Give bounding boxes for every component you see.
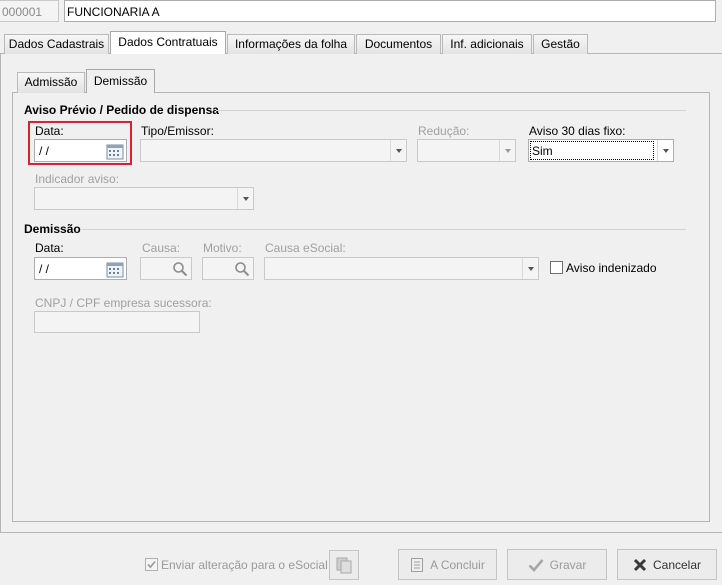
search-icon[interactable]: [172, 261, 188, 277]
indicador-aviso-label: Indicador aviso:: [35, 172, 120, 186]
aviso-section-title: Aviso Prévio / Pedido de dispensa: [24, 103, 219, 117]
causa-input[interactable]: [140, 257, 192, 280]
aviso-data-label: Data:: [35, 124, 64, 138]
motivo-label: Motivo:: [203, 241, 242, 255]
aviso-indenizado-label: Aviso indenizado: [566, 261, 657, 275]
motivo-input[interactable]: [202, 257, 254, 280]
tab-gestao[interactable]: Gestão: [533, 34, 588, 54]
tab-informacoes-folha[interactable]: Informações da folha: [227, 34, 355, 54]
demissao-data-value: / /: [39, 262, 50, 276]
aviso-indenizado-checkbox[interactable]: [550, 261, 563, 274]
aviso30-label: Aviso 30 dias fixo:: [529, 124, 626, 138]
tab-dados-cadastrais[interactable]: Dados Cadastrais: [4, 34, 109, 54]
gravar-label: Gravar: [549, 557, 587, 572]
demissao-data-label: Data:: [35, 241, 64, 255]
tab-admissao[interactable]: Admissão: [17, 72, 85, 93]
aviso-data-input[interactable]: / /: [34, 139, 127, 162]
employee-name-field[interactable]: FUNCIONARIA A: [64, 0, 716, 22]
aviso30-value: Sim: [532, 144, 553, 158]
document-icon: [411, 557, 424, 572]
chevron-down-icon[interactable]: [657, 140, 673, 161]
concluir-button[interactable]: A Concluir: [398, 549, 497, 580]
reducao-label: Redução:: [418, 124, 470, 138]
employee-code-value: 000001: [2, 5, 43, 19]
aviso-data-value: / /: [39, 144, 50, 158]
tab-inf-adicionais[interactable]: Inf. adicionais: [442, 34, 532, 54]
cancelar-label: Cancelar: [652, 557, 702, 572]
close-icon: [633, 558, 647, 571]
cnpj-label: CNPJ / CPF empresa sucessora:: [35, 296, 212, 310]
causa-esocial-label: Causa eSocial:: [265, 241, 346, 255]
demissao-section-title: Demissão: [24, 222, 81, 236]
reducao-select[interactable]: [417, 139, 516, 162]
cnpj-input[interactable]: [34, 311, 200, 333]
aviso30-selected-box: Sim: [530, 141, 654, 160]
indicador-aviso-select[interactable]: [34, 187, 254, 210]
search-icon[interactable]: [234, 261, 250, 277]
concluir-label: A Concluir: [430, 557, 485, 572]
gravar-button[interactable]: Gravar: [507, 549, 607, 580]
enviar-esocial-label: Enviar alteração para o eSocial: [161, 558, 328, 572]
employee-name-value: FUNCIONARIA A: [67, 5, 160, 19]
checkmark-icon: [528, 558, 544, 572]
chevron-down-icon[interactable]: [390, 140, 406, 161]
tab-dados-contratuais[interactable]: Dados Contratuais: [110, 31, 226, 54]
tab-demissao[interactable]: Demissão: [86, 69, 155, 93]
chevron-down-icon[interactable]: [237, 188, 253, 209]
tipo-emissor-label: Tipo/Emissor:: [141, 124, 214, 138]
chevron-down-icon[interactable]: [522, 258, 538, 279]
tipo-emissor-select[interactable]: [140, 139, 407, 162]
cancelar-button[interactable]: Cancelar: [617, 549, 717, 580]
tab-documentos[interactable]: Documentos: [356, 34, 441, 54]
demissao-section-divider: [82, 229, 686, 230]
causa-label: Causa:: [142, 241, 181, 255]
aviso30-select[interactable]: Sim: [528, 139, 674, 162]
esocial-history-button[interactable]: [329, 550, 359, 580]
check-icon: [147, 560, 156, 569]
demissao-data-input[interactable]: / /: [34, 257, 127, 280]
calendar-icon[interactable]: [106, 142, 124, 160]
calendar-icon[interactable]: [106, 260, 124, 278]
documents-icon: [336, 557, 352, 574]
enviar-esocial-checkbox[interactable]: [145, 558, 158, 571]
aviso-section-divider: [216, 110, 686, 111]
chevron-down-icon[interactable]: [499, 140, 515, 161]
causa-esocial-select[interactable]: [264, 257, 539, 280]
employee-code-field[interactable]: 000001: [0, 0, 59, 22]
